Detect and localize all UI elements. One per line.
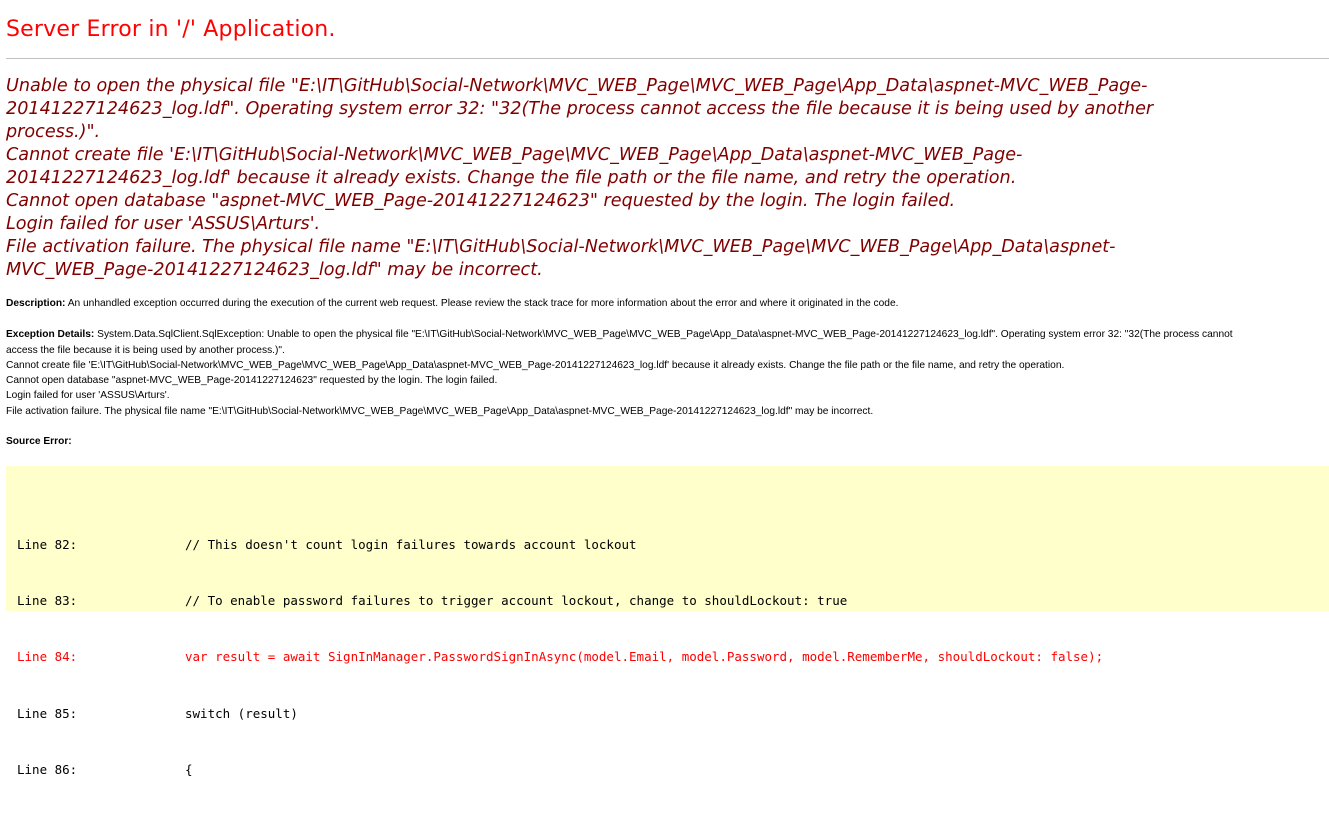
- line-number: Line 83:: [17, 592, 78, 608]
- source-line: Line 86: {: [17, 761, 1103, 780]
- line-code: var result = await SignInManager.Passwor…: [185, 649, 1104, 665]
- exception-details-line: Cannot create file 'E:\IT\GitHub\Social-…: [6, 359, 1065, 371]
- line-code: {: [185, 762, 193, 778]
- line-code: // This doesn't count login failures tow…: [185, 536, 637, 552]
- exception-details-line: File activation failure. The physical fi…: [6, 405, 874, 417]
- line-number: Line 82:: [17, 536, 78, 552]
- error-message-line: Unable to open the physical file "E:\IT\…: [6, 76, 1148, 96]
- error-message-line: process.)".: [6, 122, 101, 142]
- exception-details-first-line: System.Data.SqlClient.SqlException: Unab…: [94, 329, 1233, 341]
- error-message-line: File activation failure. The physical fi…: [6, 237, 1116, 257]
- line-code: switch (result): [185, 705, 298, 721]
- source-line: Line 82: // This doesn't count login fail…: [17, 536, 1103, 555]
- description-line: Description: An unhandled exception occu…: [6, 296, 1323, 311]
- error-page: Server Error in '/' Application. Unable …: [0, 0, 1329, 449]
- exception-details-line: Login failed for user 'ASSUS\Arturs'.: [6, 390, 170, 402]
- page-title: Server Error in '/' Application.: [6, 17, 336, 42]
- exception-details-line: Cannot open database "aspnet-MVC_WEB_Pag…: [6, 375, 498, 387]
- exception-details-line: access the file because it is being used…: [6, 344, 285, 356]
- title-divider: [6, 58, 1329, 59]
- exception-details-label: Exception Details:: [6, 329, 95, 341]
- source-error-label: Source Error:: [6, 436, 72, 448]
- source-code: Line 82: // This doesn't count login fail…: [17, 498, 1103, 818]
- source-line: Line 85: switch (result): [17, 705, 1103, 724]
- error-message-line: Cannot open database "aspnet-MVC_WEB_Pag…: [6, 191, 956, 211]
- error-message-line: Login failed for user 'ASSUS\Arturs'.: [6, 214, 321, 234]
- error-message-line: 20141227124623_log.ldf". Operating syste…: [6, 99, 1154, 119]
- error-message-line: 20141227124623_log.ldf' because it alrea…: [6, 168, 1017, 188]
- source-error-code-box: Line 82: // This doesn't count login fail…: [6, 466, 1329, 777]
- line-number: Line 85:: [17, 705, 78, 721]
- error-message-line: MVC_WEB_Page-20141227124623_log.ldf" may…: [6, 260, 543, 280]
- description-text: An unhandled exception occurred during t…: [65, 298, 899, 309]
- exception-details-section: Exception Details: System.Data.SqlClient…: [6, 327, 1323, 419]
- error-message: Unable to open the physical file "E:\IT\…: [6, 75, 1323, 282]
- line-number: Line 86:: [17, 762, 78, 778]
- line-code: // To enable password failures to trigge…: [185, 592, 848, 608]
- source-line: Line 83: // To enable password failures t…: [17, 592, 1103, 611]
- exception-details-line: Exception Details: System.Data.SqlClient…: [6, 327, 1323, 342]
- source-line-error: Line 84: var result = await SignInManager…: [17, 648, 1103, 667]
- description-label: Description:: [6, 298, 66, 309]
- line-number: Line 84:: [17, 649, 78, 665]
- description-section: Description: An unhandled exception occu…: [6, 296, 1323, 311]
- error-message-line: Cannot create file 'E:\IT\GitHub\Social-…: [6, 145, 1023, 165]
